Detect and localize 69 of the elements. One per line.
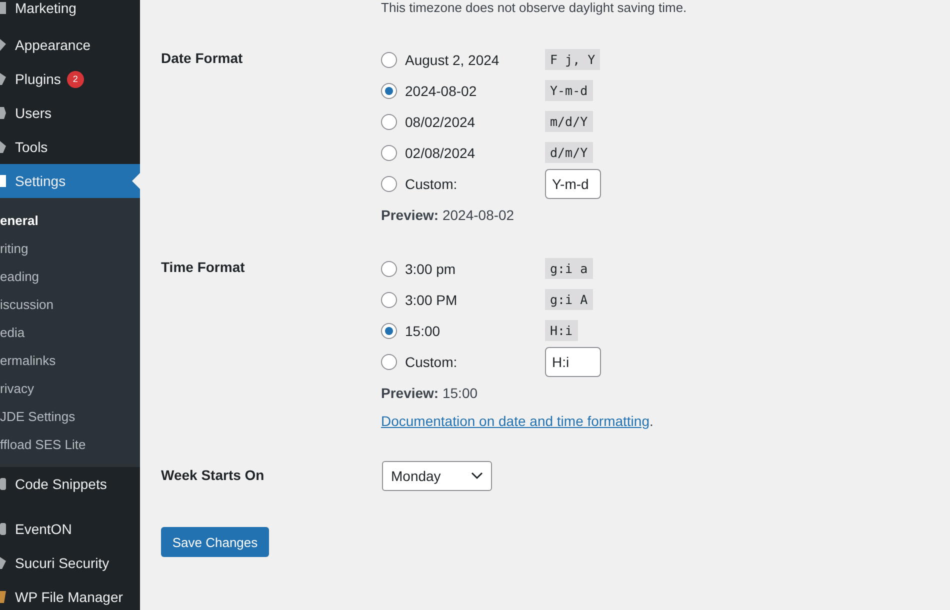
sidebar-item[interactable]: Sucuri Security — [0, 546, 140, 580]
submenu-item[interactable]: JDE Settings — [0, 402, 140, 430]
chevron-down-icon — [471, 472, 483, 480]
menu-icon — [0, 175, 6, 187]
format-code: F j, Y — [545, 49, 600, 70]
documentation-link[interactable]: Documentation on date and time formatting — [381, 413, 650, 429]
format-code: g:i a — [545, 258, 593, 279]
radio-button[interactable] — [381, 292, 397, 308]
radio-button[interactable] — [381, 354, 397, 370]
field-label: Time Format — [161, 258, 246, 277]
submenu-item[interactable]: eading — [0, 262, 140, 290]
update-count-badge: 2 — [66, 70, 84, 88]
radio-button[interactable] — [381, 322, 397, 338]
submenu-item[interactable]: riting — [0, 234, 140, 262]
field-label: Date Format — [161, 49, 244, 68]
menu-icon — [0, 107, 6, 119]
radio-button[interactable] — [381, 144, 397, 160]
radio-button[interactable] — [381, 260, 397, 276]
option-label: 2024-08-02 — [405, 82, 478, 98]
sidebar-item[interactable]: Users — [0, 96, 140, 130]
option-label: 15:00 — [405, 322, 442, 338]
format-code: d/m/Y — [545, 142, 593, 163]
field-label: Week Starts On — [161, 466, 266, 485]
menu-icon — [0, 591, 6, 603]
radio-button[interactable] — [381, 114, 397, 130]
week-start-select[interactable]: Monday — [382, 461, 492, 491]
format-code: Y-m-d — [545, 80, 593, 101]
menu-icon — [0, 2, 6, 14]
submenu-item[interactable]: rivacy — [0, 374, 140, 402]
submenu-item[interactable]: edia — [0, 318, 140, 346]
time-preview: Preview: 15:00 — [381, 384, 479, 402]
submenu-item[interactable]: ffload SES Lite — [0, 430, 140, 458]
link-punctuation: . — [650, 413, 654, 429]
sidebar-item[interactable]: EventON — [0, 512, 140, 546]
custom-format-field[interactable]: Y-m-d — [545, 168, 601, 198]
option-label: 02/08/2024 — [405, 144, 476, 160]
sidebar-item[interactable]: Appearance — [0, 28, 140, 62]
sidebar-item[interactable]: Marketing — [0, 0, 140, 25]
save-changes-button[interactable]: Save Changes — [161, 527, 269, 557]
sidebar-item[interactable]: Settings — [0, 164, 140, 198]
submenu-item[interactable]: eneral — [0, 206, 140, 234]
submenu-item[interactable]: iscussion — [0, 290, 140, 318]
format-code: H:i — [545, 320, 578, 341]
option-label: 08/02/2024 — [405, 114, 476, 130]
custom-format-field[interactable]: H:i — [545, 346, 601, 376]
sidebar-item[interactable]: WP File Manager — [0, 580, 140, 610]
radio-button[interactable] — [381, 52, 397, 68]
menu-icon — [0, 39, 6, 51]
sidebar-item[interactable]: Plugins 2 — [0, 62, 140, 96]
menu-icon — [0, 478, 6, 490]
date-preview: Preview: 2024-08-02 — [381, 206, 516, 224]
menu-icon — [0, 557, 6, 569]
menu-icon — [0, 73, 6, 85]
option-label: Custom: — [405, 176, 458, 192]
format-code: g:i A — [545, 289, 593, 310]
submenu-item[interactable]: ermalinks — [0, 346, 140, 374]
sidebar-item[interactable]: Tools — [0, 130, 140, 164]
radio-button[interactable] — [381, 82, 397, 98]
timezone-note: This timezone does not observe daylight saving time. — [381, 0, 688, 16]
option-label: 3:00 pm — [405, 260, 457, 276]
option-label: Custom: — [405, 354, 458, 370]
option-label: 3:00 PM — [405, 292, 458, 308]
format-code: m/d/Y — [545, 111, 593, 132]
menu-icon — [0, 523, 6, 535]
option-label: August 2, 2024 — [405, 52, 500, 68]
menu-icon — [0, 141, 6, 153]
current-menu-arrow — [132, 173, 140, 189]
sidebar-item[interactable]: Code Snippets — [0, 467, 140, 501]
radio-button[interactable] — [381, 176, 397, 192]
